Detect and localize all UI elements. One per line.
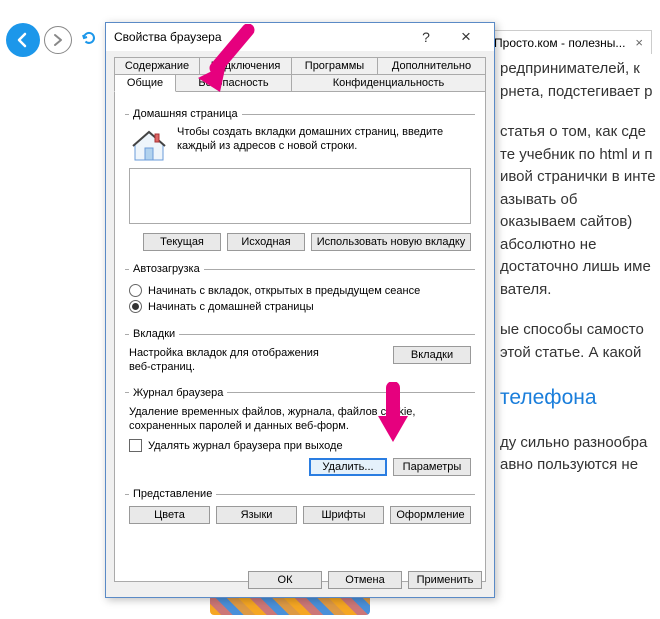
- group-tabs-legend: Вкладки: [129, 328, 179, 340]
- group-appearance-legend: Представление: [129, 488, 216, 500]
- radio-icon: [129, 300, 142, 313]
- tab-label: Просто.ком - полезны...: [494, 36, 625, 50]
- tabs-desc: Настройка вкладок для отображения веб-ст…: [129, 346, 329, 375]
- use-current-button[interactable]: Текущая: [143, 233, 221, 251]
- home-url-textarea[interactable]: [129, 168, 471, 224]
- use-default-button[interactable]: Исходная: [227, 233, 305, 251]
- group-home-legend: Домашняя страница: [129, 108, 242, 120]
- fonts-button[interactable]: Шрифты: [303, 506, 384, 524]
- use-newtab-button[interactable]: Использовать новую вкладку: [311, 233, 471, 251]
- apply-button[interactable]: Применить: [408, 571, 482, 589]
- delete-on-exit-checkbox[interactable]: Удалять журнал браузера при выходе: [129, 439, 471, 452]
- internet-options-dialog: Свойства браузера ? × Содержание Подключ…: [105, 22, 495, 598]
- nav-back-button[interactable]: [6, 23, 40, 57]
- startup-tabs-radio[interactable]: Начинать с вкладок, открытых в предыдуще…: [129, 284, 471, 297]
- home-desc: Чтобы создать вкладки домашних страниц, …: [177, 126, 471, 154]
- history-settings-button[interactable]: Параметры: [393, 458, 471, 476]
- help-button[interactable]: ?: [406, 29, 446, 45]
- dialog-title: Свойства браузера: [114, 30, 406, 44]
- accessibility-button[interactable]: Оформление: [390, 506, 471, 524]
- radio-label: Начинать с вкладок, открытых в предыдуще…: [148, 285, 420, 297]
- checkbox-label: Удалять журнал браузера при выходе: [148, 440, 343, 452]
- tab-close-icon[interactable]: ×: [635, 35, 643, 50]
- page-link[interactable]: телефона: [500, 386, 597, 409]
- startup-home-radio[interactable]: Начинать с домашней страницы: [129, 300, 471, 313]
- tab-advanced[interactable]: Дополнительно: [378, 57, 486, 75]
- tab-connections[interactable]: Подключения: [200, 57, 292, 75]
- tab-general[interactable]: Общие: [114, 75, 176, 92]
- cancel-button[interactable]: Отмена: [328, 571, 402, 589]
- tab-privacy[interactable]: Конфиденциальность: [292, 75, 486, 92]
- nav-forward-button[interactable]: [44, 26, 72, 54]
- ok-button[interactable]: ОК: [248, 571, 322, 589]
- languages-button[interactable]: Языки: [216, 506, 297, 524]
- radio-icon: [129, 284, 142, 297]
- group-history-legend: Журнал браузера: [129, 387, 227, 399]
- colors-button[interactable]: Цвета: [129, 506, 210, 524]
- nav-refresh-icon[interactable]: [80, 29, 98, 52]
- checkbox-icon: [129, 439, 142, 452]
- delete-history-button[interactable]: Удалить...: [309, 458, 387, 476]
- close-button[interactable]: ×: [446, 27, 486, 47]
- home-icon: [129, 126, 169, 164]
- tab-programs[interactable]: Программы: [292, 57, 378, 75]
- tab-content[interactable]: Содержание: [114, 57, 200, 75]
- tab-security[interactable]: Безопасность: [176, 75, 292, 92]
- group-startup-legend: Автозагрузка: [129, 263, 204, 275]
- tabs-button[interactable]: Вкладки: [393, 346, 471, 364]
- page-content: редпринимателей, к рнета, подстегивает р…: [500, 58, 656, 495]
- history-desc: Удаление временных файлов, журнала, файл…: [129, 405, 471, 434]
- radio-label: Начинать с домашней страницы: [148, 301, 314, 313]
